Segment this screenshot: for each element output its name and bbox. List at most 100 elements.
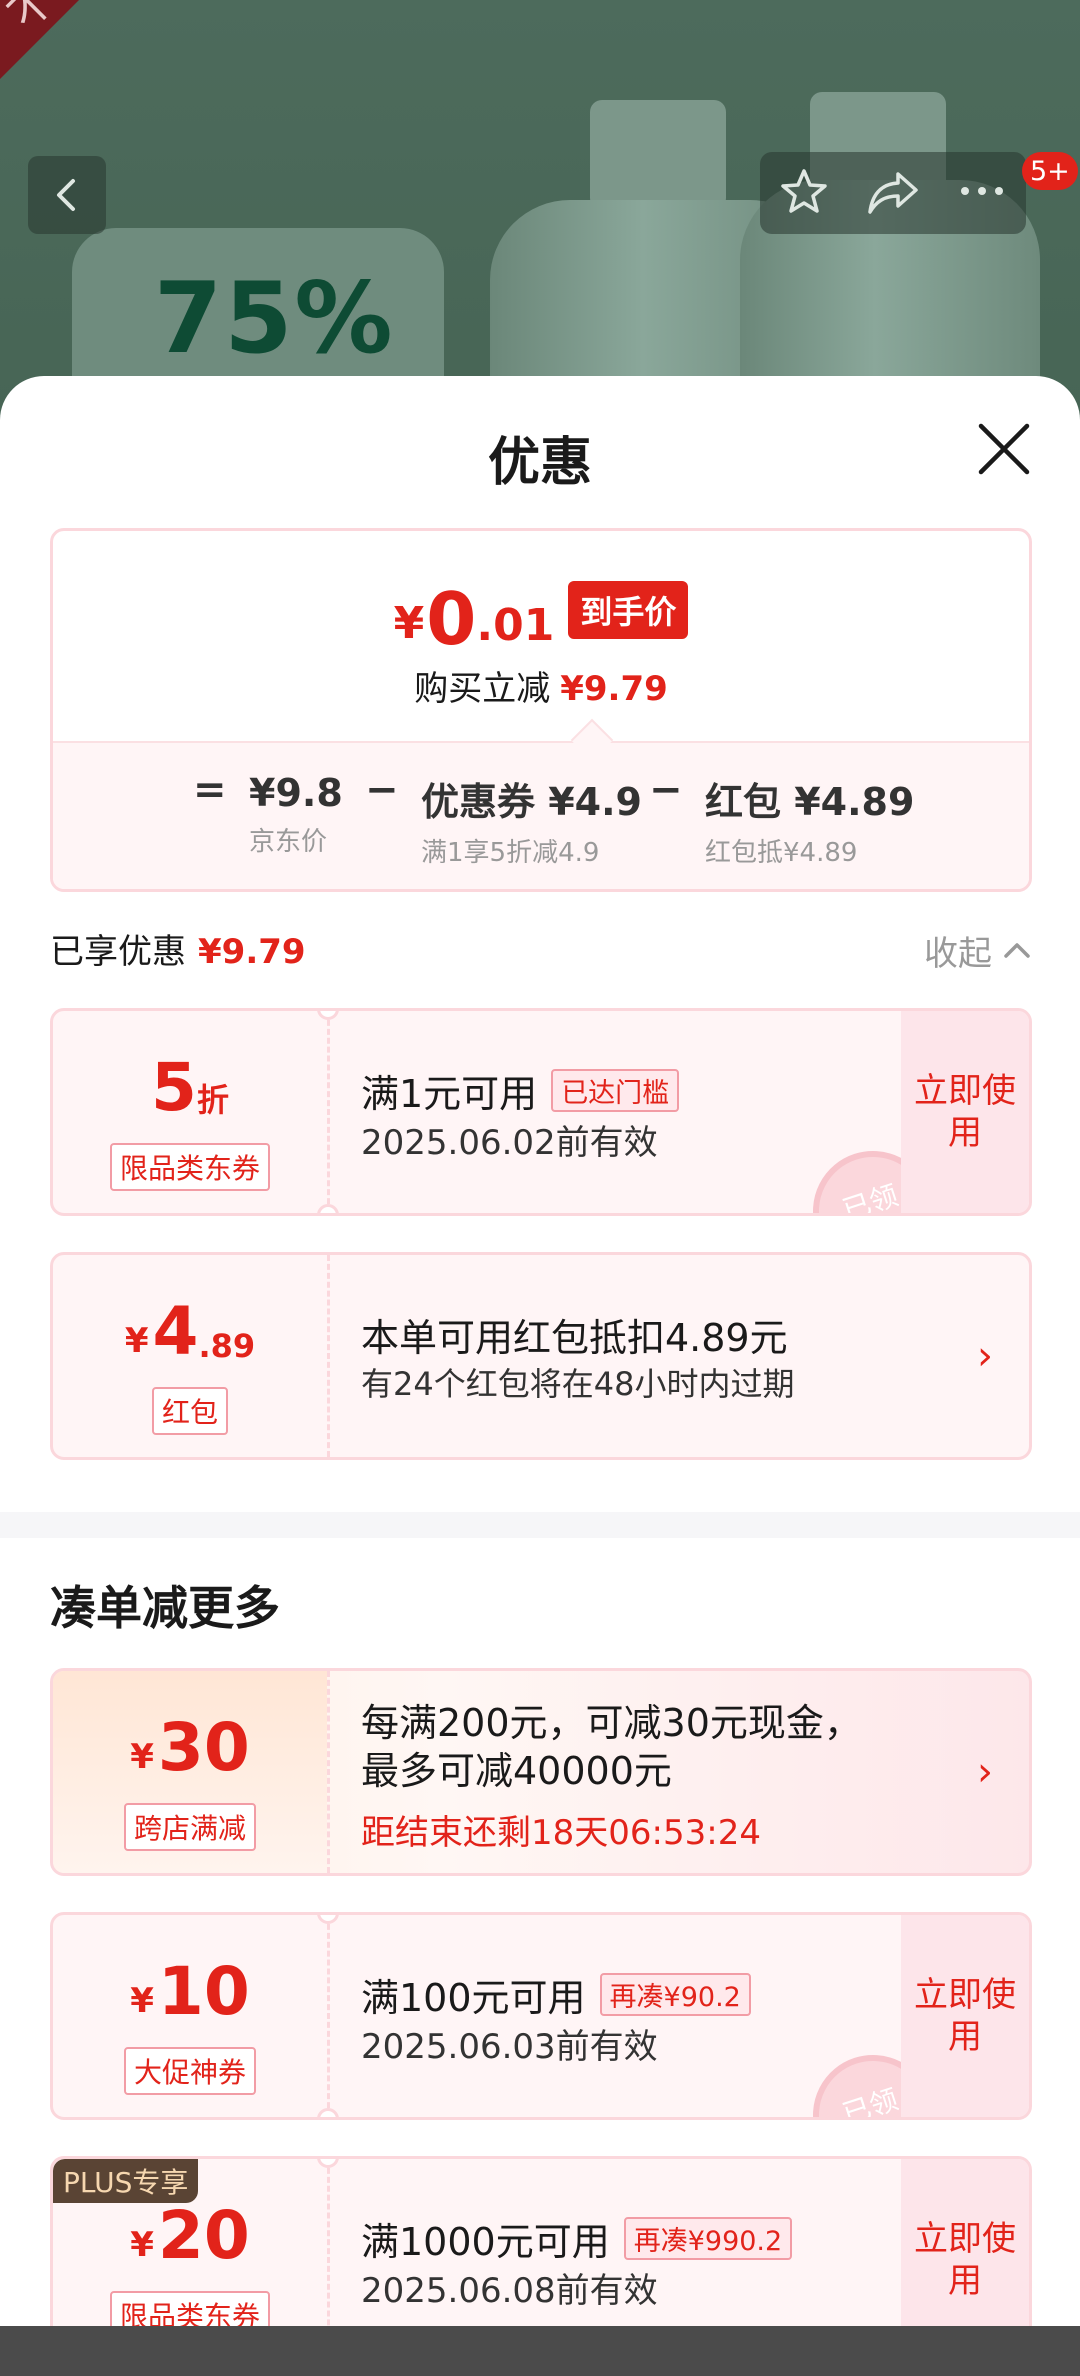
coupon-condition-text: 满1000元可用: [361, 2220, 610, 2264]
coupon-type-label: 大促神券: [123, 2047, 256, 2095]
red-packet-row[interactable]: ¥4.89 红包 本单可用红包抵扣4.89元 有24个红包将在48小时内过期 ›: [50, 1252, 1032, 1460]
red-packet-main: 本单可用红包抵扣4.89元: [361, 1316, 788, 1360]
breakdown-jd-price-label: 京东价: [249, 827, 328, 857]
coupon-left: 5折 限品类东券: [53, 1011, 327, 1213]
coupon-big-promo[interactable]: ¥10 大促神券 满100元可用 再凑¥90.2 2025.06.03前有效 已…: [50, 1912, 1032, 2120]
equals-sign: =: [193, 767, 227, 813]
coupon-amount: ¥20: [53, 2203, 327, 2269]
close-button[interactable]: [975, 420, 1033, 478]
coupon-currency: ¥: [130, 1737, 154, 1777]
use-now-button[interactable]: 立即使用: [901, 1915, 1029, 2117]
use-now-button[interactable]: 立即使用: [901, 1011, 1029, 1213]
chevron-right-icon: ›: [977, 1749, 993, 1795]
red-packet-expiry-note: 有24个红包将在48小时内过期: [361, 1365, 795, 1403]
share-button[interactable]: [866, 166, 920, 220]
coupon-divider: [327, 1255, 330, 1457]
plus-exclusive-tag: PLUS专享: [53, 2159, 199, 2203]
close-icon: [978, 423, 1030, 475]
instant-saving-amount: ¥9.79: [560, 669, 668, 709]
coupon-amount-value: 30: [157, 1709, 250, 1786]
enjoyed-discount: 已享优惠 ¥9.79: [50, 924, 306, 973]
cross-store-rule-line2: 最多可减40000元: [361, 1749, 672, 1793]
coupon-condition: 满1000元可用 再凑¥990.2: [361, 2211, 793, 2266]
guarantee-ribbon: 不满意包退: [0, 0, 285, 120]
enjoyed-discount-amount: ¥9.79: [198, 932, 306, 972]
coupon-divider: [327, 1915, 330, 2117]
favorite-button[interactable]: [779, 166, 829, 220]
price-integer: 0: [426, 577, 477, 661]
bottle-cap: [590, 100, 726, 210]
coupon-divider: [327, 1671, 330, 1873]
product-label-percent: 75%: [154, 262, 395, 376]
coupon-condition-text: 满1元可用: [361, 1072, 538, 1116]
coupon-amount-unit: 折: [196, 1081, 229, 1119]
coupon-amount-decimal: .89: [198, 1327, 256, 1365]
price-breakdown: = ¥9.8 京东价 − 优惠券 ¥4.9 满1享5折减4.9 − 红包 ¥4.…: [53, 718, 1029, 889]
coupon-amount-value: 4: [152, 1293, 199, 1370]
coupon-discount[interactable]: 5折 限品类东券 满1元可用 已达门槛 2025.06.02前有效 已领 立即使…: [50, 1008, 1032, 1216]
breakdown-coupon-label: 满1享5折减4.9: [421, 838, 600, 868]
coupon-currency: ¥: [130, 1981, 154, 2021]
discount-sheet: 优惠 ¥ 0 .01 到手价 购买立减 ¥9.79 = ¥9.8 京东价 − 优…: [0, 376, 1080, 2376]
breakdown-jd-price: ¥9.8 京东价: [249, 771, 343, 858]
countdown-text: 距结束还剩18天06:53:24: [361, 1813, 761, 1853]
bottom-bar: [0, 2326, 1080, 2376]
coupon-left: ¥4.89 红包: [53, 1255, 327, 1457]
coupon-amount-value: 10: [157, 1953, 250, 2030]
coupon-left: ¥30 跨店满减: [53, 1671, 327, 1873]
minus-sign: −: [365, 767, 399, 813]
breakdown-red-packet-value: 红包 ¥4.89: [705, 780, 915, 824]
more-button[interactable]: [957, 181, 1007, 205]
coupon-type: 红包: [53, 1387, 327, 1435]
final-price-tag: 到手价: [568, 581, 689, 639]
coupon-currency: ¥: [130, 2225, 154, 2265]
coupon-amount: ¥10: [53, 1959, 327, 2025]
coupon-type: 限品类东券: [53, 1143, 327, 1191]
message-count-badge: 5+: [1022, 152, 1078, 190]
more-dots-icon: [961, 187, 1004, 195]
collapse-label: 收起: [924, 934, 992, 974]
enjoyed-discount-label: 已享优惠: [50, 932, 186, 972]
breakdown-red-packet-label: 红包抵¥4.89: [705, 838, 858, 868]
coupon-notch: [317, 1204, 339, 1213]
section-separator: [0, 1512, 1080, 1538]
cross-store-rule-line1: 每满200元，可减30元现金，: [361, 1701, 862, 1745]
more-savings-title: 凑单减更多: [50, 1581, 280, 1635]
coupon-type: 跨店满减: [53, 1803, 327, 1851]
coupon-notch: [317, 2108, 339, 2117]
instant-saving: 购买立减 ¥9.79: [53, 661, 1029, 710]
price-decimal: .01: [476, 600, 555, 651]
coupon-amount: 5折: [53, 1055, 327, 1121]
coupon-type-label: 红包: [151, 1387, 228, 1435]
back-button[interactable]: [28, 156, 106, 234]
sheet-title: 优惠: [487, 433, 592, 493]
price-summary-card: ¥ 0 .01 到手价 购买立减 ¥9.79 = ¥9.8 京东价 − 优惠券 ¥…: [50, 528, 1032, 892]
cross-store-discount[interactable]: ¥30 跨店满减 每满200元，可减30元现金， 最多可减40000元 距结束还…: [50, 1668, 1032, 1876]
coupon-amount: ¥4.89: [53, 1293, 327, 1370]
cross-store-rule: 每满200元，可减30元现金， 最多可减40000元: [361, 1699, 862, 1795]
final-price: ¥ 0 .01 到手价: [53, 577, 1029, 661]
coupon-type-label: 限品类东券: [109, 1143, 270, 1191]
coupon-type: 大促神券: [53, 2047, 327, 2095]
coupon-condition: 满100元可用 再凑¥90.2: [361, 1967, 751, 2022]
chevron-up-icon: [1004, 942, 1030, 958]
collapse-button[interactable]: 收起: [924, 926, 1034, 975]
coupon-amount: ¥30: [53, 1715, 327, 1781]
coupon-amount-value: 20: [157, 2197, 250, 2274]
coupon-divider: [327, 1011, 330, 1213]
coupon-threshold-tag: 已达门槛: [551, 1069, 680, 1112]
price-currency: ¥: [393, 598, 425, 649]
instant-saving-label: 购买立减: [414, 669, 551, 709]
coupon-condition: 满1元可用 已达门槛: [361, 1063, 680, 1118]
top-action-bar: [760, 152, 1026, 234]
breakdown-jd-price-value: ¥9.8: [249, 771, 343, 815]
breakdown-coupon: 优惠券 ¥4.9 满1享5折减4.9: [421, 771, 642, 869]
guarantee-ribbon-text: 不满意包退: [0, 0, 206, 41]
star-icon: [780, 169, 827, 213]
coupon-currency: ¥: [124, 1321, 149, 1361]
price-summary-top: ¥ 0 .01 到手价 购买立减 ¥9.79: [53, 531, 1029, 741]
chevron-right-icon: ›: [977, 1333, 993, 1379]
coupon-amount-value: 5: [151, 1049, 197, 1126]
chevron-left-icon: [57, 179, 75, 211]
coupon-expiry: 2025.06.02前有效: [361, 1123, 658, 1163]
